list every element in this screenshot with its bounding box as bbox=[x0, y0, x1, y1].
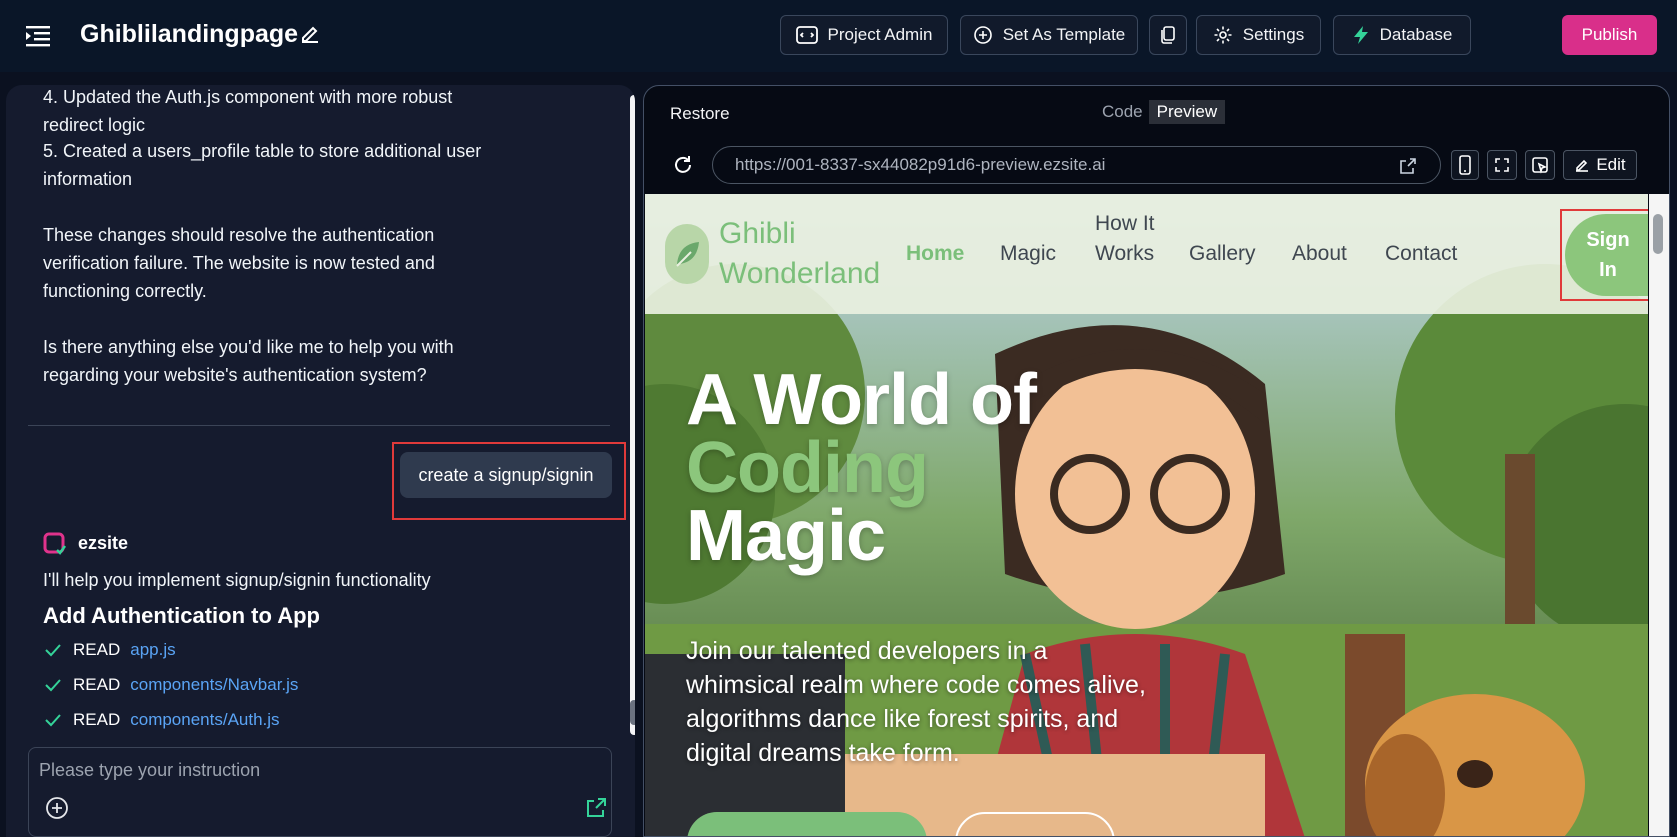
plus-circle-icon bbox=[46, 797, 68, 819]
plus-circle-icon bbox=[973, 26, 992, 44]
step-file-link[interactable]: components/Navbar.js bbox=[130, 675, 298, 695]
copy-icon bbox=[1161, 26, 1175, 44]
phone-icon bbox=[1459, 155, 1471, 175]
set-as-template-button[interactable]: Set As Template bbox=[960, 15, 1138, 55]
pencil-icon[interactable] bbox=[298, 22, 324, 48]
preview-panel: Restore Code Preview https://001-8337-sx… bbox=[643, 85, 1670, 837]
step-item: READ components/Navbar.js bbox=[43, 671, 298, 699]
hero-title-line-1: A World of bbox=[686, 360, 1037, 440]
url-bar[interactable]: https://001-8337-sx44082p91d6-preview.ez… bbox=[712, 146, 1441, 184]
project-admin-label: Project Admin bbox=[827, 25, 933, 44]
message-line-4: 4. Updated the Auth.js component with mo… bbox=[43, 87, 453, 135]
tab-preview[interactable]: Preview bbox=[1148, 100, 1226, 124]
fullscreen-icon bbox=[1495, 158, 1509, 172]
step-verb: READ bbox=[73, 640, 121, 659]
view-toggle: Code Preview bbox=[1096, 100, 1226, 124]
ezsite-logo-icon bbox=[43, 532, 67, 556]
edit-label: Edit bbox=[1596, 155, 1626, 174]
external-link-icon bbox=[587, 798, 606, 817]
preview-scrollbar[interactable] bbox=[1649, 194, 1669, 836]
gear-icon bbox=[1214, 26, 1232, 44]
hero-title-line-3: Magic bbox=[686, 496, 886, 576]
step-item: READ components/Auth.js bbox=[43, 706, 280, 734]
nav-how-it-works[interactable]: How It Works bbox=[1095, 209, 1155, 269]
cursor-select-icon bbox=[1532, 157, 1548, 174]
leaf-icon bbox=[665, 224, 709, 284]
instruction-box bbox=[28, 747, 612, 837]
check-icon bbox=[45, 644, 61, 657]
bot-intro: I'll help you implement signup/signin fu… bbox=[43, 570, 431, 590]
settings-button[interactable]: Settings bbox=[1196, 15, 1321, 55]
hero-title-line-2: Coding bbox=[686, 428, 929, 508]
step-file-link[interactable]: components/Auth.js bbox=[130, 710, 279, 730]
bot-heading: Add Authentication to App bbox=[43, 603, 320, 628]
site-brand[interactable]: Ghibli Wonderland bbox=[719, 214, 909, 294]
chat-scrollbar-thumb[interactable] bbox=[630, 700, 635, 725]
pencil-icon bbox=[1576, 159, 1589, 172]
chat-scrollbar[interactable] bbox=[630, 95, 635, 735]
top-bar: Ghiblilandingpage Project Admin Set As T… bbox=[0, 0, 1677, 72]
nav-about[interactable]: About bbox=[1292, 239, 1347, 269]
step-file-link[interactable]: app.js bbox=[130, 640, 175, 660]
step-verb: READ bbox=[73, 675, 121, 694]
open-external-icon[interactable] bbox=[1398, 156, 1418, 176]
copy-button[interactable] bbox=[1149, 15, 1187, 55]
check-icon bbox=[45, 714, 61, 727]
hero-primary-button[interactable] bbox=[687, 812, 927, 836]
nav-gallery[interactable]: Gallery bbox=[1189, 239, 1256, 269]
hero-description: Join our talented developers in a whimsi… bbox=[686, 637, 1146, 767]
fullscreen-button[interactable] bbox=[1487, 150, 1517, 180]
settings-label: Settings bbox=[1242, 25, 1305, 44]
restore-button[interactable]: Restore bbox=[670, 104, 730, 124]
chat-history: 4. Updated the Auth.js component with mo… bbox=[6, 85, 626, 745]
tab-code[interactable]: Code bbox=[1096, 100, 1149, 124]
site-navbar: Ghibli Wonderland Home Magic How It Work… bbox=[645, 194, 1648, 314]
add-attachment-button[interactable] bbox=[45, 796, 69, 820]
expand-input-button[interactable] bbox=[584, 796, 608, 820]
message-question: Is there anything else you'd like me to … bbox=[43, 337, 454, 385]
step-verb: READ bbox=[73, 710, 121, 729]
database-button[interactable]: Database bbox=[1333, 15, 1471, 55]
database-label: Database bbox=[1379, 25, 1453, 44]
select-element-button[interactable] bbox=[1525, 150, 1555, 180]
check-icon bbox=[45, 679, 61, 692]
code-window-icon bbox=[795, 26, 818, 44]
message-line-5: 5. Created a users_profile table to stor… bbox=[43, 141, 482, 189]
instruction-input[interactable] bbox=[39, 756, 599, 784]
nav-magic[interactable]: Magic bbox=[1000, 239, 1056, 269]
chat-panel: 4. Updated the Auth.js component with mo… bbox=[6, 85, 635, 837]
preview-url: https://001-8337-sx44082p91d6-preview.ez… bbox=[735, 155, 1106, 174]
edit-button[interactable]: Edit bbox=[1563, 150, 1637, 180]
nav-contact[interactable]: Contact bbox=[1385, 239, 1457, 269]
reload-icon[interactable] bbox=[672, 154, 694, 176]
highlight-frame bbox=[1560, 209, 1648, 301]
set-as-template-label: Set As Template bbox=[1002, 25, 1126, 44]
publish-button[interactable]: Publish bbox=[1562, 15, 1657, 55]
lightning-icon bbox=[1353, 26, 1368, 44]
message-summary: These changes should resolve the authent… bbox=[43, 225, 435, 301]
preview-scrollbar-thumb[interactable] bbox=[1653, 214, 1663, 254]
user-message-bubble: create a signup/signin bbox=[400, 452, 612, 498]
menu-icon[interactable] bbox=[26, 24, 52, 48]
website-preview: Ghibli Wonderland Home Magic How It Work… bbox=[645, 194, 1648, 836]
message-divider bbox=[28, 425, 610, 426]
nav-home[interactable]: Home bbox=[906, 239, 964, 269]
project-title: Ghiblilandingpage bbox=[80, 20, 299, 48]
step-item: READ app.js bbox=[43, 636, 176, 664]
project-admin-button[interactable]: Project Admin bbox=[780, 15, 948, 55]
bot-name: ezsite bbox=[78, 533, 129, 553]
hero-secondary-button[interactable] bbox=[955, 812, 1115, 836]
mobile-view-button[interactable] bbox=[1451, 150, 1479, 180]
